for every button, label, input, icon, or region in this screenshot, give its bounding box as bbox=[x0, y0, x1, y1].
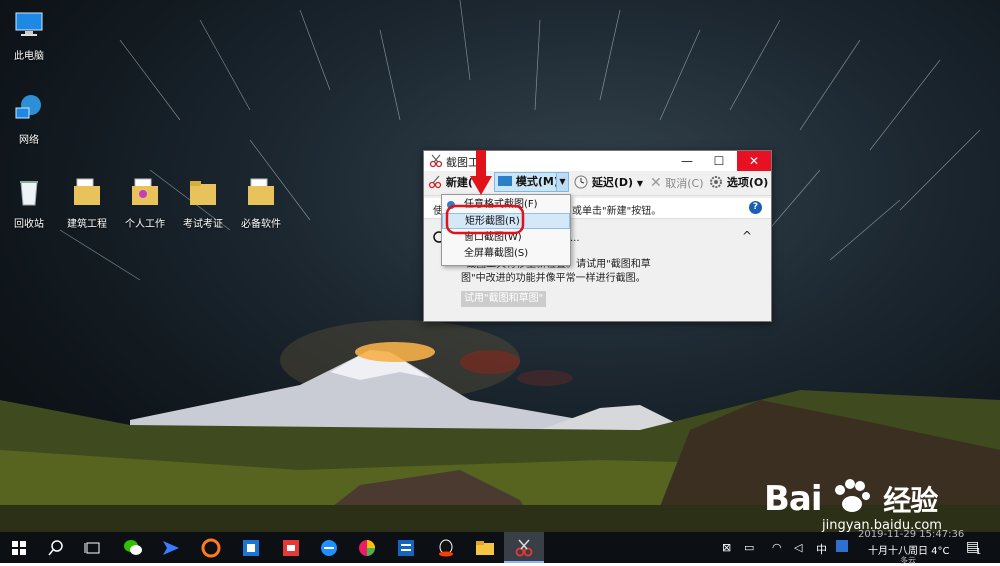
desktop-icon-network[interactable]: 网络 bbox=[2, 92, 56, 146]
folder-icon bbox=[132, 178, 158, 205]
scissors-icon bbox=[429, 154, 443, 168]
options-button[interactable]: 选项(O) bbox=[709, 174, 768, 192]
notice-line-2: 图"中改进的功能并像平常一样进行截图。 bbox=[461, 273, 646, 284]
app-news-icon[interactable] bbox=[395, 537, 417, 559]
cancel-button-label: 取消(C) bbox=[665, 177, 704, 190]
menu-item-label: 全屏幕截图(S) bbox=[464, 248, 529, 259]
wechat-icon[interactable] bbox=[122, 537, 144, 559]
mode-dropdown-menu: 任意格式截图(F) 矩形截图(R) 窗口截图(W) 全屏幕截图(S) bbox=[441, 194, 571, 266]
free-form-icon bbox=[447, 201, 455, 209]
try-snip-sketch-button[interactable]: 试用"截图和草图" bbox=[461, 291, 547, 307]
desktop-icon-label: 回收站 bbox=[14, 219, 44, 230]
ie-browser-icon[interactable] bbox=[318, 537, 340, 559]
desktop-icon-recycle-bin[interactable]: 回收站 bbox=[2, 176, 56, 230]
network-icon bbox=[15, 95, 41, 119]
watermark-brand-text: Bai bbox=[764, 479, 823, 519]
tray-app-icon[interactable]: ⊠ bbox=[722, 541, 731, 554]
search-icon[interactable] bbox=[45, 537, 67, 559]
task-view-icon[interactable] bbox=[82, 537, 104, 559]
mode-dropdown-arrow[interactable]: ▼ bbox=[556, 172, 569, 192]
close-icon: ✕ bbox=[650, 175, 662, 191]
windows-start-icon[interactable] bbox=[8, 537, 30, 559]
toolbar: 新建( 模式(M) ▼ 延迟(D) ▼ ✕ 取消(C) 选项(O) bbox=[424, 171, 771, 196]
help-icon[interactable]: ? bbox=[749, 201, 762, 214]
desktop: 此电脑 网络 回收站 建筑工程 个人工作 考试考证 必备软件 截图工 — ☐ ✕… bbox=[0, 0, 1000, 532]
mode-button-label: 模式(M) bbox=[515, 175, 559, 188]
folder-icon bbox=[74, 178, 100, 205]
desktop-icon-label: 考试考证 bbox=[183, 219, 223, 230]
maximize-button[interactable]: ☐ bbox=[704, 151, 734, 171]
delay-button-label: 延迟(D) bbox=[591, 176, 634, 189]
folder-icon bbox=[190, 181, 216, 205]
desktop-icon-folder-software[interactable]: 必备软件 bbox=[234, 176, 288, 230]
desktop-icon-label: 建筑工程 bbox=[67, 219, 107, 230]
color-wheel-icon[interactable] bbox=[356, 537, 378, 559]
info-text: 或单击"新建"按钮。 bbox=[572, 206, 662, 217]
menu-item-rectangular[interactable]: 矩形截图(R) bbox=[442, 213, 570, 229]
menu-item-free-form[interactable]: 任意格式截图(F) bbox=[442, 197, 570, 213]
window-mode-icon bbox=[498, 176, 512, 186]
watermark-brand2-text: 经验 bbox=[883, 484, 938, 517]
notice-tail: ... bbox=[570, 233, 580, 244]
new-button-label: 新建( bbox=[445, 176, 473, 189]
notification-count: 1 bbox=[976, 547, 982, 556]
app-orange-icon[interactable] bbox=[200, 537, 222, 559]
menu-item-label: 任意格式截图(F) bbox=[464, 199, 538, 210]
desktop-icon-label: 此电脑 bbox=[14, 51, 44, 62]
recycle-bin-icon bbox=[20, 181, 38, 206]
cancel-button[interactable]: ✕ 取消(C) bbox=[650, 174, 704, 192]
title-bar[interactable]: 截图工 — ☐ ✕ bbox=[424, 151, 771, 171]
clock-weather: 多云 bbox=[900, 556, 916, 565]
options-button-label: 选项(O) bbox=[726, 176, 769, 189]
collapse-chevron-icon[interactable]: ^ bbox=[742, 229, 752, 243]
close-button[interactable]: ✕ bbox=[737, 151, 771, 171]
qq-icon[interactable] bbox=[435, 537, 457, 559]
folder-icon bbox=[248, 178, 274, 205]
delay-button[interactable]: 延迟(D) ▼ bbox=[574, 174, 643, 192]
desktop-icon-label: 必备软件 bbox=[241, 219, 281, 230]
taskbar-active-snipping-tool[interactable] bbox=[504, 532, 544, 563]
scissors-icon bbox=[428, 175, 442, 189]
clock-datetime[interactable]: 2019-11-29 15:47:36 bbox=[858, 529, 964, 540]
desktop-icon-folder-exam[interactable]: 考试考证 bbox=[176, 176, 230, 230]
desktop-icon-this-pc[interactable]: 此电脑 bbox=[2, 8, 56, 62]
wifi-icon[interactable]: ◠ bbox=[772, 541, 782, 554]
ime-indicator[interactable]: 中 bbox=[816, 541, 827, 557]
tray-blue-icon[interactable] bbox=[836, 540, 848, 552]
app-blue-icon[interactable] bbox=[240, 537, 262, 559]
window-title: 截图工 bbox=[446, 156, 479, 169]
desktop-icon-folder-construction[interactable]: 建筑工程 bbox=[60, 176, 114, 230]
battery-icon[interactable]: ▭ bbox=[744, 541, 754, 554]
chevron-down-icon: ▼ bbox=[559, 177, 566, 186]
menu-item-label: 矩形截图(R) bbox=[465, 216, 520, 227]
computer-icon bbox=[15, 12, 43, 36]
feishu-icon[interactable] bbox=[160, 537, 182, 559]
watermark-brand: Bai 经验 bbox=[764, 478, 938, 519]
scissors-icon bbox=[515, 539, 533, 557]
paw-icon bbox=[835, 479, 871, 512]
menu-item-full-screen[interactable]: 全屏幕截图(S) bbox=[442, 246, 570, 262]
desktop-icon-label: 网络 bbox=[19, 135, 39, 146]
desktop-icon-folder-personal[interactable]: 个人工作 bbox=[118, 176, 172, 230]
volume-icon[interactable]: ◁ bbox=[794, 541, 802, 554]
menu-item-window[interactable]: 窗口截图(W) bbox=[442, 230, 570, 246]
menu-item-label: 窗口截图(W) bbox=[464, 232, 522, 243]
gear-icon bbox=[710, 176, 722, 188]
new-button[interactable]: 新建( bbox=[428, 174, 473, 192]
clock-icon bbox=[574, 175, 588, 189]
chevron-down-icon: ▼ bbox=[636, 179, 644, 188]
app-red-icon[interactable] bbox=[280, 537, 302, 559]
desktop-icon-label: 个人工作 bbox=[125, 219, 165, 230]
file-explorer-icon[interactable] bbox=[474, 537, 496, 559]
minimize-button[interactable]: — bbox=[672, 151, 702, 171]
taskbar: ⊠ ▭ ◠ ◁ 中 2019-11-29 15:47:36 十月十八周日 4°C… bbox=[0, 529, 1000, 565]
